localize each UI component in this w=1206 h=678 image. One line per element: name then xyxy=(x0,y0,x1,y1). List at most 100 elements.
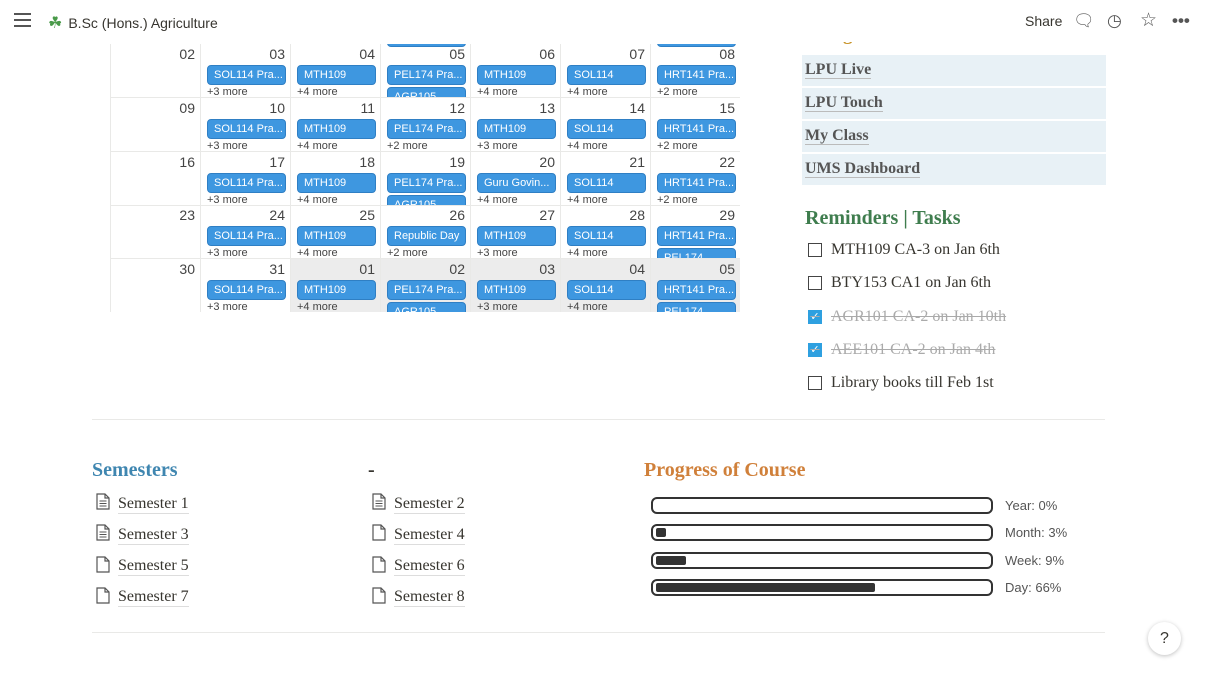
calendar-day-cell[interactable]: 05 HRT141 Pra... PEL174 xyxy=(651,259,740,312)
calendar-day-cell[interactable]: 15 HRT141 Pra... +2 more xyxy=(651,98,740,152)
semester-link[interactable]: Semester 8 xyxy=(372,587,465,609)
calendar-event[interactable]: SOL114 Pra... xyxy=(207,226,286,246)
more-events-link[interactable]: +3 more xyxy=(477,247,518,258)
more-events-link[interactable]: +3 more xyxy=(207,247,248,258)
more-events-link[interactable]: +4 more xyxy=(567,86,608,97)
task-checkbox[interactable] xyxy=(808,376,822,391)
more-events-link[interactable]: +3 more xyxy=(477,140,518,151)
calendar-day-cell[interactable]: 21 SOL114 +4 more xyxy=(561,152,651,206)
more-events-link[interactable]: +3 more xyxy=(207,86,248,97)
calendar-day-cell[interactable]: 06 MTH109 +4 more xyxy=(471,44,561,98)
nav-link-lpu-touch[interactable]: LPU Touch xyxy=(802,88,1106,119)
calendar-day-cell[interactable]: 03 SOL114 Pra... +3 more xyxy=(201,44,291,98)
calendar-day-cell[interactable]: 02 xyxy=(111,44,201,98)
calendar-day-cell[interactable]: 17 SOL114 Pra... +3 more xyxy=(201,152,291,206)
calendar-day-cell[interactable]: 04 SOL114 +4 more xyxy=(561,259,651,312)
calendar-event[interactable]: SOL114 xyxy=(567,119,646,139)
calendar-event[interactable]: MTH109 xyxy=(297,119,376,139)
calendar-day-cell[interactable]: 12 PEL174 Pra... +2 more xyxy=(381,98,471,152)
calendar-day-cell[interactable]: 09 xyxy=(111,98,201,152)
calendar-event[interactable]: SOL114 xyxy=(567,173,646,193)
more-events-link[interactable]: +4 more xyxy=(477,86,518,97)
calendar-event[interactable]: Republic Day xyxy=(387,226,466,246)
more-events-link[interactable]: +2 more xyxy=(657,86,698,97)
calendar-day-cell[interactable]: 22 HRT141 Pra... +2 more xyxy=(651,152,740,206)
calendar-day-cell[interactable]: 07 SOL114 +4 more xyxy=(561,44,651,98)
semester-link[interactable]: Semester 1 xyxy=(96,493,189,515)
more-events-link[interactable]: +4 more xyxy=(297,140,338,151)
calendar-day-cell[interactable]: 28 SOL114 +4 more xyxy=(561,205,651,259)
more-events-link[interactable]: +4 more xyxy=(297,247,338,258)
semester-link[interactable]: Semester 4 xyxy=(372,524,465,546)
calendar-event[interactable]: MTH109 xyxy=(297,226,376,246)
menu-icon[interactable] xyxy=(14,13,31,27)
calendar-day-cell[interactable]: 24 SOL114 Pra... +3 more xyxy=(201,205,291,259)
star-icon[interactable]: ☆ xyxy=(1140,9,1157,32)
calendar-day-cell[interactable]: 31 SOL114 Pra... +3 more xyxy=(201,259,291,312)
semester-link[interactable]: Semester 3 xyxy=(96,524,189,546)
more-events-link[interactable]: +4 more xyxy=(297,301,338,312)
more-events-link[interactable]: +4 more xyxy=(567,140,608,151)
calendar-event[interactable]: HRT141 Pra... xyxy=(657,226,736,246)
calendar-event[interactable]: PEL174 Pra... xyxy=(387,119,466,139)
calendar-day-cell[interactable]: 11 MTH109 +4 more xyxy=(291,98,381,152)
calendar-day-cell[interactable]: 16 xyxy=(111,152,201,206)
nav-link-ums-dashboard[interactable]: UMS Dashboard xyxy=(802,154,1106,185)
task-checkbox[interactable]: ✓ xyxy=(808,342,822,357)
calendar-event[interactable]: HRT141 Pra... xyxy=(657,280,736,300)
semester-link[interactable]: Semester 5 xyxy=(96,555,189,578)
calendar-day-cell[interactable]: 08 HRT141 Pra... +2 more xyxy=(651,44,740,98)
calendar-day-cell[interactable]: 30 xyxy=(111,259,201,312)
calendar-day-cell[interactable]: 23 xyxy=(111,205,201,259)
calendar-event[interactable]: HRT141 Pra... xyxy=(657,65,736,85)
semester-link[interactable]: Semester 7 xyxy=(96,587,189,609)
more-events-link[interactable]: +2 more xyxy=(387,247,428,258)
task-checkbox[interactable]: ✓ xyxy=(808,309,822,324)
calendar-event[interactable]: MTH109 xyxy=(477,65,556,85)
semester-link[interactable]: Semester 6 xyxy=(372,555,465,578)
calendar-day-cell[interactable]: 25 MTH109 +4 more xyxy=(291,205,381,259)
calendar-event[interactable]: PEL174 Pra... xyxy=(387,65,466,85)
calendar-event[interactable]: SOL114 xyxy=(567,65,646,85)
calendar-event[interactable]: MTH109 xyxy=(297,280,376,300)
calendar-event[interactable]: PEL174 xyxy=(657,302,736,312)
calendar-event[interactable]: MTH109 xyxy=(297,65,376,85)
calendar-day-cell[interactable]: 10 SOL114 Pra... +3 more xyxy=(201,98,291,152)
calendar-event[interactable]: SOL114 xyxy=(567,226,646,246)
calendar-day-cell[interactable]: 03 MTH109 +3 more xyxy=(471,259,561,312)
calendar-event[interactable]: MTH109 xyxy=(477,280,556,300)
page-title[interactable]: ☘ B.Sc (Hons.) Agriculture xyxy=(48,13,218,33)
calendar-event[interactable]: SOL114 Pra... xyxy=(207,119,286,139)
nav-link-my-class[interactable]: My Class xyxy=(802,121,1106,152)
semester-link[interactable]: Semester 2 xyxy=(372,493,465,515)
calendar-day-cell[interactable]: 14 SOL114 +4 more xyxy=(561,98,651,152)
more-events-link[interactable]: +4 more xyxy=(567,301,608,312)
calendar-event[interactable]: SOL114 Pra... xyxy=(207,65,286,85)
calendar-day-cell[interactable]: 02 PEL174 Pra... AGR105 xyxy=(381,259,471,312)
comment-icon[interactable]: 🗨 xyxy=(1073,11,1095,31)
calendar-day-cell[interactable]: 05 PEL174 Pra... AGR105 xyxy=(381,44,471,98)
calendar-event[interactable]: MTH109 xyxy=(477,226,556,246)
more-events-link[interactable]: +3 more xyxy=(207,140,248,151)
calendar-event[interactable]: AGR105 xyxy=(387,87,466,97)
calendar-event[interactable]: AGR105 xyxy=(387,302,466,312)
more-icon[interactable]: ••• xyxy=(1172,11,1190,31)
calendar-event[interactable]: SOL114 xyxy=(567,280,646,300)
calendar-event[interactable]: PEL174 xyxy=(657,248,736,258)
calendar-event[interactable]: PEL174 Pra... xyxy=(387,280,466,300)
calendar-event[interactable]: MTH109 xyxy=(477,119,556,139)
calendar-day-cell[interactable]: 19 PEL174 Pra... AGR105 xyxy=(381,152,471,206)
calendar-event[interactable]: Guru Govin... xyxy=(477,173,556,193)
calendar-day-cell[interactable]: 18 MTH109 +4 more xyxy=(291,152,381,206)
more-events-link[interactable]: +3 more xyxy=(207,301,248,312)
calendar-day-cell[interactable]: 01 MTH109 +4 more xyxy=(291,259,381,312)
calendar-day-cell[interactable]: 04 MTH109 +4 more xyxy=(291,44,381,98)
more-events-link[interactable]: +3 more xyxy=(477,301,518,312)
share-button[interactable]: Share xyxy=(1025,13,1062,29)
more-events-link[interactable]: +2 more xyxy=(387,140,428,151)
task-checkbox[interactable] xyxy=(808,243,822,257)
calendar-event[interactable]: SOL114 Pra... xyxy=(207,280,286,300)
more-events-link[interactable]: +2 more xyxy=(657,140,698,151)
calendar-day-cell[interactable]: 20 Guru Govin... +4 more xyxy=(471,152,561,206)
nav-link-lpu-live[interactable]: LPU Live xyxy=(802,55,1106,86)
